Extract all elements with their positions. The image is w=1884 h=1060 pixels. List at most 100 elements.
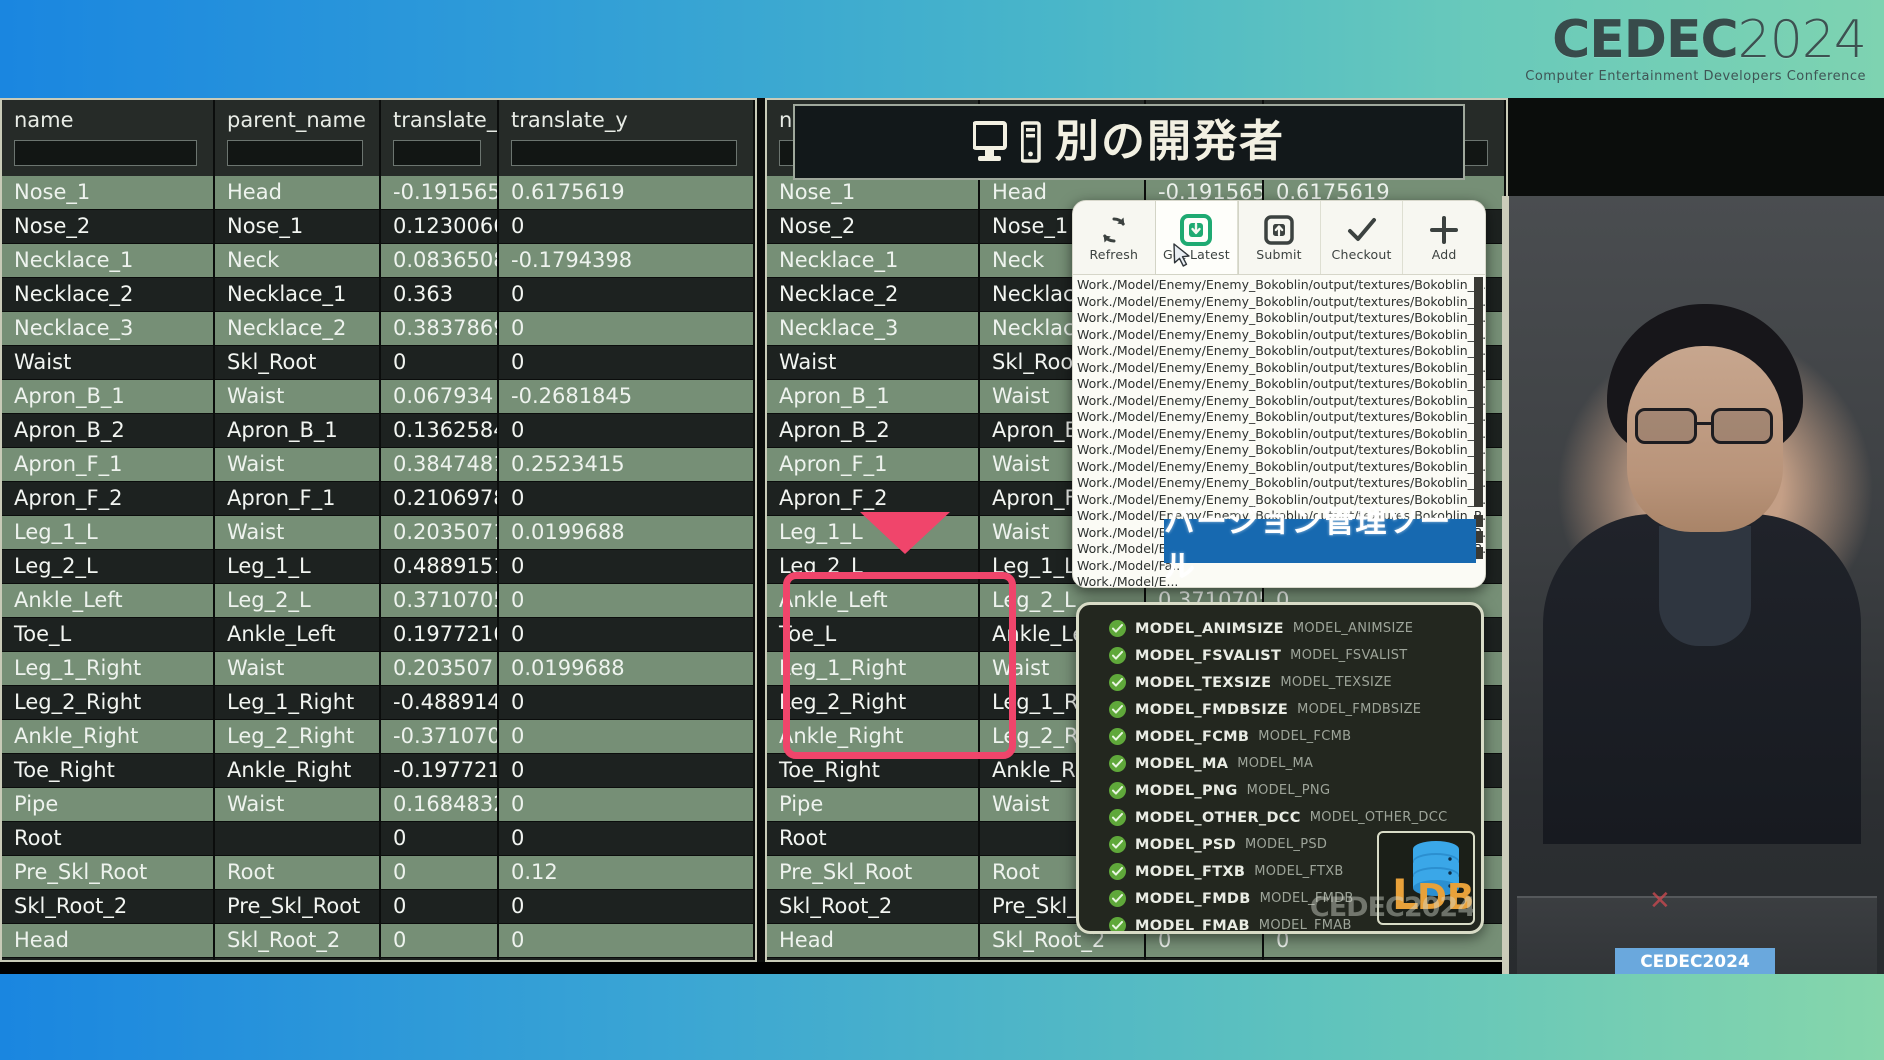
cell-parent_name[interactable]: Head: [214, 957, 381, 960]
table-row[interactable]: Ankle_RightLeg_2_Right-0.37107090: [2, 719, 755, 754]
cell-name[interactable]: Necklace_2: [767, 277, 980, 312]
table-row[interactable]: Nose_1Head-0.19156510.6175619: [2, 176, 755, 210]
cell-name[interactable]: Leg_2_Right: [2, 685, 215, 720]
table-row[interactable]: Toe_LAnkle_Left0.19772160: [2, 617, 755, 652]
cell-name[interactable]: Waist: [767, 345, 980, 380]
table-row[interactable]: Apron_B_2Apron_B_10.13625840: [2, 413, 755, 448]
cell-name[interactable]: Necklace_3: [767, 311, 980, 346]
cell-translate_y[interactable]: 0: [498, 821, 755, 856]
cell-translate_y[interactable]: 0: [498, 209, 755, 244]
cell-translate_y[interactable]: 0.0199688: [498, 651, 755, 686]
table-row[interactable]: Leg_2_LLeg_1_L0.48891510: [2, 549, 755, 584]
cell-name[interactable]: Pre_Skl_Root: [767, 855, 980, 890]
cell-name[interactable]: Ankle_Right: [2, 719, 215, 754]
cell-translate_x[interactable]: 0.2035071: [380, 515, 499, 550]
cell-parent_name[interactable]: Necklace_1: [214, 277, 381, 312]
cell-translate_y[interactable]: 0: [498, 345, 755, 380]
cell-translate_y[interactable]: 0.2523415: [498, 447, 755, 482]
cell-name[interactable]: Chin: [2, 957, 215, 960]
cell-name[interactable]: Skl_Root_2: [767, 889, 980, 924]
cell-translate_y[interactable]: 0: [498, 311, 755, 346]
cell-translate_x[interactable]: -0.4889148: [380, 685, 499, 720]
column-filter-input-name[interactable]: [14, 140, 197, 166]
vcs-file-path-item[interactable]: Work./Model/Enemy/Enemy_Bokoblin/output/…: [1077, 294, 1485, 311]
column-filter-input-translate_y[interactable]: [511, 140, 737, 166]
table-row[interactable]: Apron_B_1Waist0.067934-0.2681845: [2, 379, 755, 414]
cell-name[interactable]: Necklace_3: [2, 311, 215, 346]
ldb-check-item[interactable]: MODEL_PNG MODEL_PNG: [1079, 777, 1481, 804]
vcs-file-path-item[interactable]: Work./Model/Enemy/Enemy_Bokoblin/output/…: [1077, 277, 1485, 294]
cell-name[interactable]: Necklace_1: [767, 243, 980, 278]
cell-parent_name[interactable]: Skl_Root_2: [214, 923, 381, 958]
table-row[interactable]: Toe_RightAnkle_Right-0.19772190: [2, 753, 755, 788]
table-row[interactable]: ChinHead-0.22525620.2377965: [767, 957, 1506, 960]
cell-parent_name[interactable]: [214, 821, 381, 856]
cell-parent_name[interactable]: Apron_F_1: [214, 481, 381, 516]
vcs-file-path-item[interactable]: Work./Model/Enemy/Enemy_Bokoblin/output/…: [1077, 459, 1485, 476]
cell-name[interactable]: Leg_1_L: [2, 515, 215, 550]
ldb-check-item[interactable]: MODEL_FMDBSIZE MODEL_FMDBSIZE: [1079, 696, 1481, 723]
vcs-file-path-item[interactable]: Work./Model/Enemy/Enemy_Bokoblin/output/…: [1077, 360, 1485, 377]
cell-name[interactable]: Leg_2_L: [2, 549, 215, 584]
ldb-check-popup[interactable]: MODEL_ANIMSIZE MODEL_ANIMSIZE MODEL_FSVALI…: [1076, 602, 1484, 934]
cell-name[interactable]: Apron_B_1: [767, 379, 980, 414]
cell-parent_name[interactable]: Nose_1: [214, 209, 381, 244]
cell-translate_x[interactable]: 0: [380, 889, 499, 924]
cell-translate_y[interactable]: -0.2681845: [498, 379, 755, 414]
cell-name[interactable]: Root: [2, 821, 215, 856]
cell-translate_x[interactable]: 0: [380, 855, 499, 890]
cell-translate_x[interactable]: 0.363: [380, 277, 499, 312]
cell-translate_x[interactable]: -0.2252562: [1145, 957, 1264, 960]
cell-translate_y[interactable]: 0.12: [498, 855, 755, 890]
cell-name[interactable]: Apron_F_1: [767, 447, 980, 482]
cell-name[interactable]: Toe_Right: [2, 753, 215, 788]
cell-translate_y[interactable]: -0.1794398: [498, 243, 755, 278]
cell-name[interactable]: Toe_L: [767, 617, 980, 652]
cell-name[interactable]: Head: [767, 923, 980, 958]
cell-translate_x[interactable]: 0.2106978: [380, 481, 499, 516]
cell-parent_name[interactable]: Ankle_Left: [214, 617, 381, 652]
table-row[interactable]: Nose_2Nose_10.12300660: [2, 209, 755, 244]
cell-name[interactable]: Root: [767, 821, 980, 856]
column-header-translate_x[interactable]: translate_x: [380, 100, 499, 176]
table-row[interactable]: Necklace_2Necklace_10.3630: [2, 277, 755, 312]
cell-parent_name[interactable]: Skl_Root: [214, 345, 381, 380]
cell-name[interactable]: Necklace_2: [2, 277, 215, 312]
vcs-file-path-item[interactable]: Work./Model/Enemy/Enemy_Bokoblin/output/…: [1077, 442, 1485, 459]
cell-translate_y[interactable]: 0.2377965: [1263, 957, 1506, 960]
vcs-refresh-button[interactable]: Refresh: [1073, 201, 1156, 274]
table-body-left[interactable]: Nose_1Head-0.19156510.6175619Nose_2Nose_…: [2, 176, 755, 960]
table-row[interactable]: Ankle_Left Leg_2_L 0.3710705 0: [2, 583, 755, 618]
column-header-translate_y[interactable]: translate_y: [498, 100, 755, 176]
vcs-file-path-item[interactable]: Work./Model/Enemy/Enemy_Bokoblin/output/…: [1077, 376, 1485, 393]
cell-name[interactable]: Leg_2_L: [767, 549, 980, 584]
cell-parent_name[interactable]: Ankle_Right: [214, 753, 381, 788]
cell-translate_x[interactable]: 0.3710705: [380, 583, 499, 618]
column-filter-input-translate_x[interactable]: [393, 140, 481, 166]
ldb-check-item[interactable]: MODEL_TEXSIZE MODEL_TEXSIZE: [1079, 669, 1481, 696]
cell-parent_name[interactable]: Neck: [214, 243, 381, 278]
cell-name[interactable]: Apron_B_1: [2, 379, 215, 414]
cell-translate_x[interactable]: 0: [380, 923, 499, 958]
vcs-file-path-item[interactable]: Work./Model/Enemy/Enemy_Bokoblin/output/…: [1077, 327, 1485, 344]
cell-name[interactable]: Ankle_Left: [2, 583, 215, 618]
cell-name[interactable]: Leg_2_Right: [767, 685, 980, 720]
cell-name[interactable]: Leg_1_Right: [2, 651, 215, 686]
vcs-checkout-button[interactable]: Checkout: [1321, 201, 1404, 274]
cell-translate_x[interactable]: 0.1684832: [380, 787, 499, 822]
cell-translate_x[interactable]: 0.3847481: [380, 447, 499, 482]
vcs-file-path-item[interactable]: Work./Model/Enemy/Enemy_Bokoblin/output/…: [1077, 475, 1485, 492]
table-row[interactable]: Head Skl_Root_2 0 0: [2, 923, 755, 958]
table-row[interactable]: PipeWaist0.16848320: [2, 787, 755, 822]
column-header-parent_name[interactable]: parent_name: [214, 100, 381, 176]
cell-parent_name[interactable]: Apron_B_1: [214, 413, 381, 448]
ldb-check-item[interactable]: MODEL_OTHER_DCC MODEL_OTHER_DCC: [1079, 804, 1481, 831]
cell-name[interactable]: Nose_2: [767, 209, 980, 244]
column-header-name[interactable]: name: [2, 100, 215, 176]
cell-name[interactable]: Nose_2: [2, 209, 215, 244]
cell-name[interactable]: Toe_Right: [767, 753, 980, 788]
cell-parent_name[interactable]: Necklace_2: [214, 311, 381, 346]
cell-translate_x[interactable]: -0.1977219: [380, 753, 499, 788]
ldb-check-item[interactable]: MODEL_ANIMSIZE MODEL_ANIMSIZE: [1079, 615, 1481, 642]
cell-name[interactable]: Skl_Root_2: [2, 889, 215, 924]
